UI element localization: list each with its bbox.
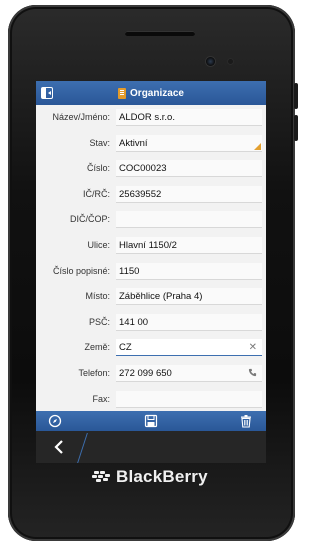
brand-name: BlackBerry xyxy=(116,467,208,486)
number-label: Číslo: xyxy=(86,163,110,174)
status-value: Aktivní xyxy=(119,137,148,149)
country-field[interactable]: CZ ✕ xyxy=(116,339,262,357)
form-row-number: Číslo: COC00023 xyxy=(36,157,266,183)
delete-icon[interactable] xyxy=(239,414,253,428)
name-label: Název/Jméno: xyxy=(52,112,110,122)
ic-label: IČ/RČ: xyxy=(83,188,110,199)
house-number-label: Číslo popisné: xyxy=(52,265,110,276)
page-title: Organizace xyxy=(130,87,184,99)
form-row-ic: IČ/RČ: 25639552 xyxy=(36,183,266,209)
zip-field[interactable]: 141 00 xyxy=(116,313,262,331)
form-row-fax: Fax: xyxy=(36,388,266,414)
back-arrow-icon[interactable] xyxy=(52,439,66,455)
form-row-zip: PSČ: 141 00 xyxy=(36,311,266,337)
phone-label: Telefon: xyxy=(78,367,110,378)
compass-icon[interactable] xyxy=(48,414,62,428)
form-row-place: Místo: Záběhlice (Praha 4) xyxy=(36,285,266,311)
brand-logo: BlackBerry xyxy=(92,467,208,487)
blackberry-logo-icon xyxy=(92,470,112,484)
form-row-name: Název/Jméno: ALDOR s.r.o. xyxy=(36,106,266,132)
form-row-status: Stav: Aktivní xyxy=(36,132,266,158)
clear-icon[interactable]: ✕ xyxy=(249,339,257,356)
app-screen: Organizace Název/Jméno: ALDOR s.r.o. Sta… xyxy=(36,81,266,463)
form-row-country: Země: CZ ✕ xyxy=(36,336,266,362)
dropdown-indicator-icon xyxy=(254,142,261,150)
status-label: Stav: xyxy=(89,137,110,148)
proximity-sensor xyxy=(228,59,233,64)
fax-field[interactable] xyxy=(116,390,262,408)
fax-label: Fax: xyxy=(92,393,110,404)
volume-up-button xyxy=(294,83,298,109)
place-field[interactable]: Záběhlice (Praha 4) xyxy=(116,288,262,306)
form-row-street: Ulice: Hlavní 1150/2 xyxy=(36,234,266,260)
street-label: Ulice: xyxy=(87,239,110,250)
form-row-dic: DIČ/ČOP: xyxy=(36,208,266,234)
zip-label: PSČ: xyxy=(88,316,110,327)
dic-field[interactable] xyxy=(116,211,262,229)
street-field[interactable]: Hlavní 1150/2 xyxy=(116,236,262,254)
folder-icon xyxy=(118,87,127,99)
earpiece-speaker xyxy=(125,31,195,36)
house-number-field[interactable]: 1150 xyxy=(116,262,262,280)
action-bar xyxy=(36,411,266,431)
nav-divider xyxy=(77,433,88,463)
status-dropdown[interactable]: Aktivní xyxy=(116,134,262,152)
phone-value: 272 099 650 xyxy=(119,367,172,379)
navigation-bar xyxy=(36,431,266,463)
country-label: Země: xyxy=(84,342,110,353)
form-row-house-number: Číslo popisné: 1150 xyxy=(36,260,266,286)
name-field[interactable]: ALDOR s.r.o. xyxy=(116,109,262,126)
phone-field[interactable]: 272 099 650 xyxy=(116,364,262,382)
number-field[interactable]: COC00023 xyxy=(116,160,262,178)
title-bar: Organizace xyxy=(36,81,266,105)
place-label: Místo: xyxy=(85,291,110,302)
organization-form: Název/Jméno: ALDOR s.r.o. Stav: Aktivní … xyxy=(36,106,266,413)
volume-down-button xyxy=(294,115,298,141)
dic-label: DIČ/ČOP: xyxy=(69,214,110,225)
phone-call-icon[interactable] xyxy=(248,368,257,377)
save-icon[interactable] xyxy=(144,414,158,428)
form-row-phone: Telefon: 272 099 650 xyxy=(36,362,266,388)
front-camera xyxy=(206,57,215,66)
country-value: CZ xyxy=(119,342,132,354)
ic-field[interactable]: 25639552 xyxy=(116,185,262,203)
